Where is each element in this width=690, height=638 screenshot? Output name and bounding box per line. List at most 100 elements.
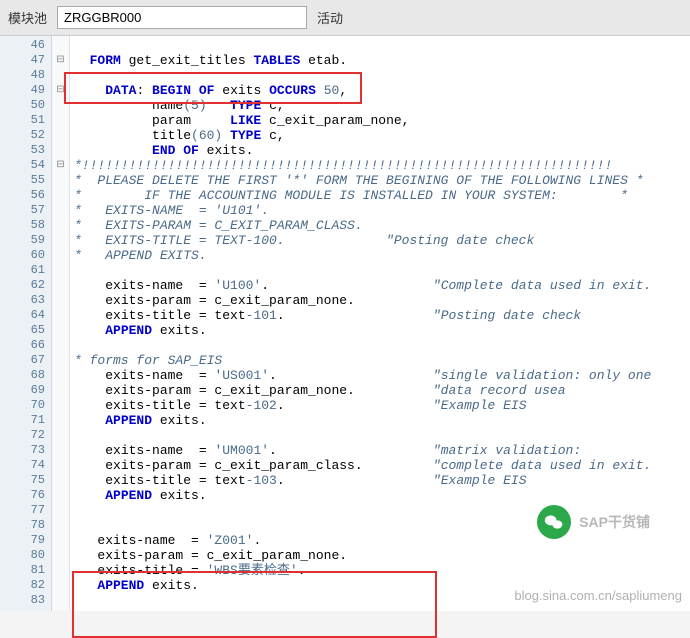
line-number: 62 (0, 278, 51, 293)
watermark: blog.sina.com.cn/sapliumeng (514, 588, 682, 603)
code-line: DATA: BEGIN OF exits OCCURS 50, (70, 83, 690, 98)
fold-marker[interactable] (52, 293, 69, 308)
fold-marker[interactable] (52, 143, 69, 158)
line-number: 81 (0, 563, 51, 578)
line-number: 73 (0, 443, 51, 458)
line-number: 76 (0, 488, 51, 503)
line-number: 63 (0, 293, 51, 308)
line-number: 52 (0, 128, 51, 143)
module-pool-input[interactable] (57, 6, 307, 29)
line-number: 59 (0, 233, 51, 248)
code-line: exits-name = 'US001'. "single validation… (70, 368, 690, 383)
fold-marker[interactable] (52, 338, 69, 353)
line-number: 66 (0, 338, 51, 353)
fold-marker[interactable] (52, 188, 69, 203)
fold-marker[interactable] (52, 218, 69, 233)
fold-marker[interactable]: ⊟ (52, 83, 69, 98)
line-number: 79 (0, 533, 51, 548)
status-label: 活动 (317, 8, 343, 27)
line-number: 70 (0, 398, 51, 413)
fold-marker[interactable] (52, 488, 69, 503)
code-line (70, 68, 690, 83)
line-number: 72 (0, 428, 51, 443)
line-number: 50 (0, 98, 51, 113)
fold-marker[interactable] (52, 203, 69, 218)
code-line: * EXITS-PARAM = C_EXIT_PARAM_CLASS. (70, 218, 690, 233)
fold-marker[interactable] (52, 98, 69, 113)
code-line: exits-name = 'UM001'. "matrix validation… (70, 443, 690, 458)
fold-marker[interactable] (52, 578, 69, 593)
fold-marker[interactable] (52, 503, 69, 518)
code-line: param LIKE c_exit_param_none, (70, 113, 690, 128)
code-line: APPEND exits. (70, 488, 690, 503)
fold-marker[interactable] (52, 68, 69, 83)
fold-marker[interactable] (52, 473, 69, 488)
code-line: exits-param = c_exit_param_class. "compl… (70, 458, 690, 473)
code-line: * EXITS-TITLE = TEXT-100. "Posting date … (70, 233, 690, 248)
line-number: 57 (0, 203, 51, 218)
fold-column: ⊟ ⊟ ⊟ (52, 36, 70, 611)
code-line: FORM get_exit_titles TABLES etab. (70, 53, 690, 68)
line-number: 69 (0, 383, 51, 398)
fold-marker[interactable] (52, 308, 69, 323)
fold-marker[interactable] (52, 428, 69, 443)
code-line: APPEND exits. (70, 413, 690, 428)
fold-marker[interactable] (52, 383, 69, 398)
fold-marker[interactable] (52, 368, 69, 383)
line-number: 58 (0, 218, 51, 233)
line-number: 67 (0, 353, 51, 368)
fold-marker[interactable] (52, 323, 69, 338)
code-line: exits-param = c_exit_param_none. "data r… (70, 383, 690, 398)
line-number: 46 (0, 38, 51, 53)
fold-marker[interactable] (52, 413, 69, 428)
code-line: exits-title = text-102. "Example EIS (70, 398, 690, 413)
fold-marker[interactable] (52, 173, 69, 188)
code-line: * IF THE ACCOUNTING MODULE IS INSTALLED … (70, 188, 690, 203)
line-number: 61 (0, 263, 51, 278)
fold-marker[interactable]: ⊟ (52, 53, 69, 68)
code-line: title(60) TYPE c, (70, 128, 690, 143)
code-line: exits-param = c_exit_param_none. (70, 548, 690, 563)
code-line (70, 338, 690, 353)
code-line: * APPEND EXITS. (70, 248, 690, 263)
line-number: 56 (0, 188, 51, 203)
line-number: 83 (0, 593, 51, 608)
fold-marker[interactable] (52, 353, 69, 368)
code-line (70, 263, 690, 278)
fold-marker[interactable] (52, 548, 69, 563)
fold-marker[interactable] (52, 563, 69, 578)
fold-marker[interactable] (52, 398, 69, 413)
line-number: 68 (0, 368, 51, 383)
fold-marker[interactable] (52, 458, 69, 473)
fold-marker[interactable] (52, 518, 69, 533)
fold-marker[interactable] (52, 38, 69, 53)
fold-marker[interactable] (52, 128, 69, 143)
fold-marker[interactable] (52, 593, 69, 608)
code-line: exits-title = text-101. "Posting date ch… (70, 308, 690, 323)
line-number: 54 (0, 158, 51, 173)
line-number: 80 (0, 548, 51, 563)
code-line: END OF exits. (70, 143, 690, 158)
line-number: 82 (0, 578, 51, 593)
fold-marker[interactable] (52, 263, 69, 278)
fold-marker[interactable] (52, 233, 69, 248)
fold-marker[interactable] (52, 278, 69, 293)
fold-marker[interactable] (52, 248, 69, 263)
code-line: exits-title = 'WBS要素检查'. (70, 563, 690, 578)
line-number: 55 (0, 173, 51, 188)
code-line: exits-title = text-103. "Example EIS (70, 473, 690, 488)
line-number: 48 (0, 68, 51, 83)
code-line: name(5) TYPE c, (70, 98, 690, 113)
fold-marker[interactable] (52, 533, 69, 548)
line-number: 75 (0, 473, 51, 488)
line-number: 71 (0, 413, 51, 428)
line-number: 77 (0, 503, 51, 518)
fold-marker[interactable]: ⊟ (52, 158, 69, 173)
line-number: 64 (0, 308, 51, 323)
fold-marker[interactable] (52, 443, 69, 458)
fold-marker[interactable] (52, 113, 69, 128)
line-number: 47 (0, 53, 51, 68)
code-line: exits-param = c_exit_param_none. (70, 293, 690, 308)
line-number: 78 (0, 518, 51, 533)
line-number: 60 (0, 248, 51, 263)
